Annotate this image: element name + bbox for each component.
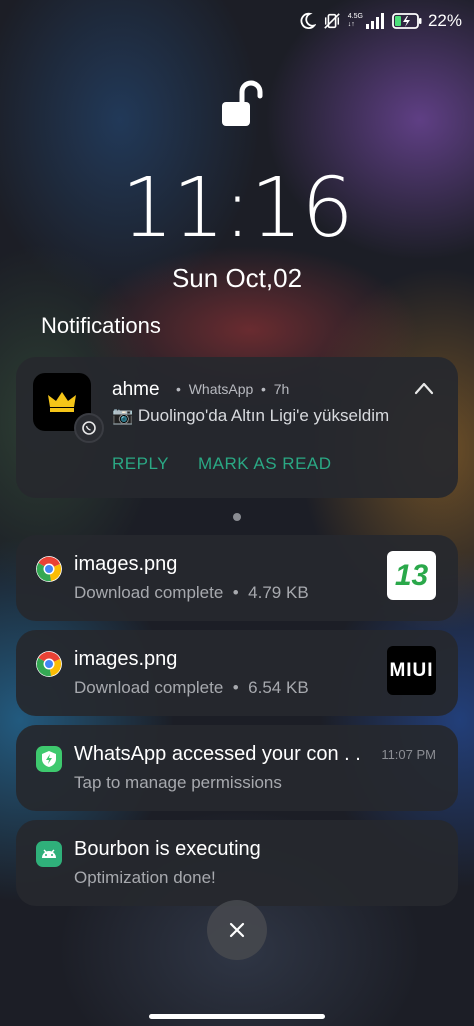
notification-title: images.png xyxy=(74,648,178,670)
notification-meta: • WhatsApp • 7h xyxy=(176,381,290,397)
shield-bolt-icon xyxy=(36,746,62,772)
android-icon xyxy=(36,841,62,867)
chevron-up-icon[interactable] xyxy=(414,381,434,395)
notification-subtitle: Optimization done! xyxy=(74,868,216,887)
battery-charging-icon xyxy=(392,13,422,29)
vibrate-off-icon xyxy=(324,13,340,29)
notification-title: WhatsApp accessed your con . . xyxy=(74,743,361,765)
chrome-icon xyxy=(36,556,62,582)
notification-subtitle: Download complete • 4.79 KB xyxy=(74,583,309,602)
notification-age: 7h xyxy=(273,381,290,397)
moon-icon xyxy=(300,12,316,30)
close-icon xyxy=(229,922,245,938)
status-bar: 4.5G ↓↑ 22% xyxy=(298,8,462,34)
notification-title: images.png xyxy=(74,553,178,575)
notification-subtitle: Tap to manage permissions xyxy=(74,773,282,792)
page-indicator-dot xyxy=(233,513,241,521)
download-notification-2[interactable]: images.png Download complete • 6.54 KB M… xyxy=(16,630,458,716)
network-indicator: 4.5G ↓↑ xyxy=(347,13,363,28)
home-indicator[interactable] xyxy=(149,1014,325,1019)
chrome-icon xyxy=(36,651,62,677)
clock-time: 11:16 xyxy=(121,161,353,256)
download-notification-1[interactable]: images.png Download complete • 4.79 KB 1… xyxy=(16,535,458,621)
unlock-icon[interactable] xyxy=(216,80,264,128)
clock-date: Sun Oct,02 xyxy=(171,263,303,293)
sender-name: ahme xyxy=(112,379,160,400)
whatsapp-icon xyxy=(74,413,104,443)
network-type: 4.5G xyxy=(347,13,363,20)
notification-time: 11:07 PM xyxy=(381,747,436,762)
app-name: WhatsApp xyxy=(188,381,254,397)
image-thumbnail: MIUI xyxy=(387,646,436,695)
mark-as-read-button[interactable]: MARK AS READ xyxy=(198,454,332,474)
clear-all-button[interactable] xyxy=(207,900,267,960)
image-thumbnail: 13 xyxy=(387,551,436,600)
thumbnail-text: 13 xyxy=(394,558,429,592)
battery-percent: 22% xyxy=(427,11,462,30)
message-preview: 📷 Duolingo'da Altın Ligi'e yükseldim xyxy=(112,406,390,425)
signal-icon xyxy=(365,13,384,29)
whatsapp-notification-card[interactable]: ahme • WhatsApp • 7h 📷 Duolingo'da Altın… xyxy=(16,357,458,498)
reply-button[interactable]: REPLY xyxy=(112,454,169,474)
notification-subtitle: Download complete • 6.54 KB xyxy=(74,678,309,697)
permission-notification[interactable]: WhatsApp accessed your con . . 11:07 PM … xyxy=(16,725,458,811)
bourbon-notification[interactable]: Bourbon is executing Optimization done! xyxy=(16,820,458,906)
notifications-heading: Notifications xyxy=(41,313,161,338)
thumbnail-text: MIUI xyxy=(389,659,434,681)
notification-title: Bourbon is executing xyxy=(74,838,261,860)
